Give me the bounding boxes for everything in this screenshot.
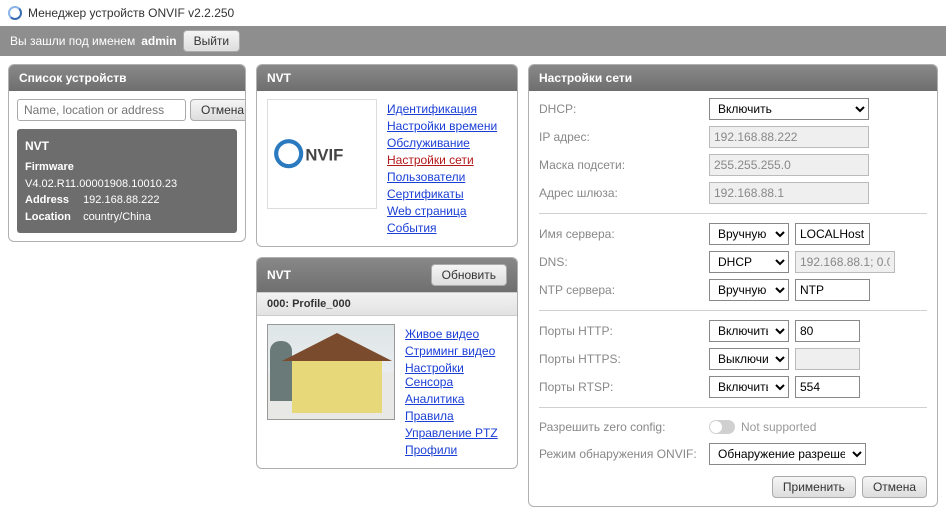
hostname-mode-select[interactable]: Вручную <box>709 223 789 245</box>
device-list-panel: Список устройств Отмена NVT Firmware V4.… <box>8 64 246 242</box>
profile-link-6[interactable]: Профили <box>405 443 507 457</box>
profile-panel-header: NVT Обновить <box>257 258 517 292</box>
rtsp-label: Порты RTSP: <box>539 380 709 394</box>
profile-link-3[interactable]: Аналитика <box>405 392 507 406</box>
top-bar: Вы зашли под именем admin Выйти <box>0 26 946 56</box>
mask-label: Маска подсети: <box>539 158 709 172</box>
device-search-input[interactable] <box>17 99 186 121</box>
ip-input <box>709 126 869 148</box>
rtsp-mode-select[interactable]: Включить <box>709 376 789 398</box>
nvt-link-1[interactable]: Настройки времени <box>387 119 507 133</box>
search-cancel-button[interactable]: Отмена <box>190 99 246 121</box>
dns-label: DNS: <box>539 255 709 269</box>
zeroconfig-toggle <box>709 420 735 434</box>
nvt-link-5[interactable]: Сертификаты <box>387 187 507 201</box>
device-list-header: Список устройств <box>9 65 245 91</box>
https-mode-select[interactable]: Выключить <box>709 348 789 370</box>
nvt-link-4[interactable]: Пользователи <box>387 170 507 184</box>
ip-label: IP адрес: <box>539 130 709 144</box>
apply-button[interactable]: Применить <box>772 476 856 498</box>
app-icon <box>8 6 22 20</box>
hostname-input[interactable] <box>795 223 870 245</box>
onvif-logo: NVIF <box>267 99 377 209</box>
nvt-header: NVT <box>257 65 517 91</box>
discovery-label: Режим обнаружения ONVIF: <box>539 447 709 461</box>
address-label: Address <box>25 192 80 209</box>
profile-link-5[interactable]: Управление PTZ <box>405 426 507 440</box>
firmware-value: V4.02.R11.00001908.10010.23 <box>25 178 177 190</box>
dns-mode-select[interactable]: DHCP <box>709 251 789 273</box>
http-label: Порты HTTP: <box>539 324 709 338</box>
https-port-input <box>795 348 860 370</box>
hostname-label: Имя сервера: <box>539 227 709 241</box>
dhcp-label: DHCP: <box>539 102 709 116</box>
logout-button[interactable]: Выйти <box>183 30 241 52</box>
device-card-title: NVT <box>25 137 229 155</box>
nvt-link-7[interactable]: События <box>387 221 507 235</box>
device-list-title: Список устройств <box>19 71 127 85</box>
profile-panel: NVT Обновить 000: Profile_000 Живое виде… <box>256 257 518 469</box>
nvt-link-0[interactable]: Идентификация <box>387 102 507 116</box>
nvt-link-6[interactable]: Web страница <box>387 204 507 218</box>
device-card[interactable]: NVT Firmware V4.02.R11.00001908.10010.23… <box>17 129 237 233</box>
ntp-label: NTP сервера: <box>539 283 709 297</box>
nvt-title: NVT <box>267 71 291 85</box>
window-titlebar: Менеджер устройств ONVIF v2.2.250 <box>0 0 946 26</box>
network-settings-panel: Настройки сети DHCP: Включить IP адрес: … <box>528 64 938 507</box>
dns-input <box>795 251 895 273</box>
profile-link-0[interactable]: Живое видео <box>405 327 507 341</box>
address-value: 192.168.88.222 <box>83 194 159 206</box>
gw-label: Адрес шлюза: <box>539 186 709 200</box>
logged-in-label: Вы зашли под именем <box>10 34 135 48</box>
dhcp-select[interactable]: Включить <box>709 98 869 120</box>
nvt-panel: NVT NVIF Идентификация Настройки времени О… <box>256 64 518 247</box>
profile-link-4[interactable]: Правила <box>405 409 507 423</box>
location-value: country/China <box>83 211 151 223</box>
profile-links: Живое видео Стриминг видео Настройки Сенсо… <box>405 324 507 460</box>
ntp-mode-select[interactable]: Вручную <box>709 279 789 301</box>
profile-link-1[interactable]: Стриминг видео <box>405 344 507 358</box>
rtsp-port-input[interactable] <box>795 376 860 398</box>
http-port-input[interactable] <box>795 320 860 342</box>
cancel-button[interactable]: Отмена <box>862 476 927 498</box>
discovery-select[interactable]: Обнаружение разрешено <box>709 443 866 465</box>
network-settings-title: Настройки сети <box>539 71 632 85</box>
window-title: Менеджер устройств ONVIF v2.2.250 <box>28 6 234 20</box>
nvt-links: Идентификация Настройки времени Обслуживан… <box>387 99 507 238</box>
profile-name-header[interactable]: 000: Profile_000 <box>257 292 517 316</box>
network-settings-header: Настройки сети <box>529 65 937 91</box>
https-label: Порты HTTPS: <box>539 352 709 366</box>
profile-link-2[interactable]: Настройки Сенсора <box>405 361 507 389</box>
mask-input <box>709 154 869 176</box>
username: admin <box>141 34 176 48</box>
firmware-label: Firmware <box>25 159 80 176</box>
http-mode-select[interactable]: Включить <box>709 320 789 342</box>
ntp-input[interactable] <box>795 279 870 301</box>
profile-panel-title: NVT <box>267 268 291 282</box>
gw-input <box>709 182 869 204</box>
svg-text:NVIF: NVIF <box>305 146 343 165</box>
nvt-link-2[interactable]: Обслуживание <box>387 136 507 150</box>
location-label: Location <box>25 209 80 226</box>
video-thumbnail[interactable] <box>267 324 395 420</box>
refresh-button[interactable]: Обновить <box>431 264 507 286</box>
zeroconfig-status: Not supported <box>741 420 816 434</box>
zeroconfig-label: Разрешить zero config: <box>539 420 709 434</box>
nvt-link-3[interactable]: Настройки сети <box>387 153 507 167</box>
